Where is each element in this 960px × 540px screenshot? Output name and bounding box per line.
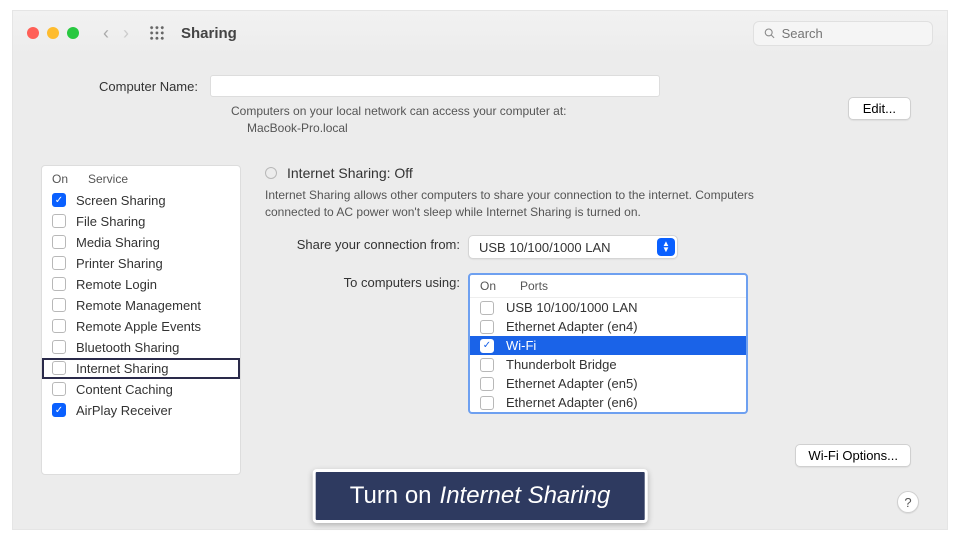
- minimize-icon[interactable]: [47, 27, 59, 39]
- port-row[interactable]: Ethernet Adapter (en6): [470, 393, 746, 412]
- service-checkbox[interactable]: [52, 256, 66, 270]
- service-label: Remote Apple Events: [76, 319, 201, 334]
- service-checkbox[interactable]: [52, 214, 66, 228]
- preferences-window: ‹ › Sharing Computer Name: Computers on …: [12, 10, 948, 530]
- ports-head-on: On: [480, 279, 502, 293]
- detail-pane: Internet Sharing: Off Internet Sharing a…: [265, 165, 919, 475]
- service-checkbox[interactable]: [52, 298, 66, 312]
- close-icon[interactable]: [27, 27, 39, 39]
- forward-button[interactable]: ›: [123, 23, 129, 44]
- port-row[interactable]: USB 10/100/1000 LAN: [470, 298, 746, 317]
- services-head-on: On: [52, 172, 74, 186]
- computer-name-label: Computer Name:: [99, 79, 198, 94]
- service-label: Internet Sharing: [76, 361, 169, 376]
- instruction-caption: Turn on Internet Sharing: [313, 469, 648, 523]
- updown-icon: ▲▼: [657, 238, 675, 256]
- port-row[interactable]: Ethernet Adapter (en4): [470, 317, 746, 336]
- port-checkbox[interactable]: [480, 301, 494, 315]
- services-head-service: Service: [88, 172, 128, 186]
- service-label: Remote Login: [76, 277, 157, 292]
- content-area: Computer Name: Computers on your local n…: [13, 55, 947, 529]
- pane-title: Sharing: [181, 25, 237, 42]
- service-label: Printer Sharing: [76, 256, 163, 271]
- service-label: Content Caching: [76, 382, 173, 397]
- service-row[interactable]: Media Sharing: [42, 232, 240, 253]
- service-label: Bluetooth Sharing: [76, 340, 179, 355]
- service-row[interactable]: Remote Apple Events: [42, 316, 240, 337]
- service-row[interactable]: ✓ Screen Sharing: [42, 190, 240, 211]
- port-checkbox[interactable]: [480, 377, 494, 391]
- service-row[interactable]: Internet Sharing: [42, 358, 240, 379]
- service-checkbox[interactable]: [52, 235, 66, 249]
- port-checkbox[interactable]: [480, 396, 494, 410]
- service-row[interactable]: ✓ AirPlay Receiver: [42, 400, 240, 421]
- back-button[interactable]: ‹: [103, 23, 109, 44]
- service-checkbox[interactable]: ✓: [52, 403, 66, 417]
- service-checkbox[interactable]: [52, 382, 66, 396]
- grid-icon[interactable]: [149, 25, 165, 41]
- service-checkbox[interactable]: [52, 319, 66, 333]
- computer-name-input[interactable]: [210, 75, 660, 97]
- search-input[interactable]: [782, 26, 922, 41]
- service-checkbox[interactable]: [52, 277, 66, 291]
- port-checkbox[interactable]: [480, 320, 494, 334]
- window-controls: [27, 27, 79, 39]
- service-label: Remote Management: [76, 298, 201, 313]
- port-row[interactable]: Thunderbolt Bridge: [470, 355, 746, 374]
- service-checkbox[interactable]: [52, 340, 66, 354]
- port-checkbox[interactable]: ✓: [480, 339, 494, 353]
- service-row[interactable]: Bluetooth Sharing: [42, 337, 240, 358]
- share-from-select[interactable]: USB 10/100/1000 LAN ▲▼: [468, 235, 678, 259]
- port-row[interactable]: ✓ Wi-Fi: [470, 336, 746, 355]
- to-computers-label: To computers using:: [265, 273, 460, 290]
- share-from-label: Share your connection from:: [265, 235, 460, 252]
- port-label: Thunderbolt Bridge: [506, 357, 617, 372]
- port-label: USB 10/100/1000 LAN: [506, 300, 638, 315]
- service-row[interactable]: Printer Sharing: [42, 253, 240, 274]
- service-label: Screen Sharing: [76, 193, 166, 208]
- service-label: File Sharing: [76, 214, 145, 229]
- services-list: On Service ✓ Screen Sharing File Sharing Me…: [41, 165, 241, 475]
- service-row[interactable]: File Sharing: [42, 211, 240, 232]
- help-button[interactable]: ?: [897, 491, 919, 513]
- hostname-hint: Computers on your local network can acce…: [231, 103, 919, 137]
- service-checkbox[interactable]: ✓: [52, 193, 66, 207]
- service-enable-radio[interactable]: [265, 167, 277, 179]
- edit-hostname-button[interactable]: Edit...: [848, 97, 911, 120]
- ports-head-ports: Ports: [520, 279, 548, 293]
- port-checkbox[interactable]: [480, 358, 494, 372]
- service-checkbox[interactable]: [52, 361, 66, 375]
- search-icon: [764, 27, 776, 40]
- service-row[interactable]: Remote Management: [42, 295, 240, 316]
- port-label: Ethernet Adapter (en5): [506, 376, 638, 391]
- zoom-icon[interactable]: [67, 27, 79, 39]
- nav-back-forward: ‹ ›: [103, 23, 129, 44]
- service-label: Media Sharing: [76, 235, 160, 250]
- service-label: AirPlay Receiver: [76, 403, 172, 418]
- toolbar: ‹ › Sharing: [13, 11, 947, 55]
- service-row[interactable]: Remote Login: [42, 274, 240, 295]
- service-status: Internet Sharing: Off: [287, 165, 413, 181]
- wifi-options-button[interactable]: Wi-Fi Options...: [795, 444, 911, 467]
- service-row[interactable]: Content Caching: [42, 379, 240, 400]
- service-description: Internet Sharing allows other computers …: [265, 187, 765, 222]
- port-label: Ethernet Adapter (en4): [506, 319, 638, 334]
- port-label: Ethernet Adapter (en6): [506, 395, 638, 410]
- port-row[interactable]: Ethernet Adapter (en5): [470, 374, 746, 393]
- port-label: Wi-Fi: [506, 338, 536, 353]
- share-from-value: USB 10/100/1000 LAN: [479, 240, 611, 255]
- ports-table: On Ports USB 10/100/1000 LAN Ethernet Ada…: [468, 273, 748, 414]
- search-field[interactable]: [753, 21, 933, 46]
